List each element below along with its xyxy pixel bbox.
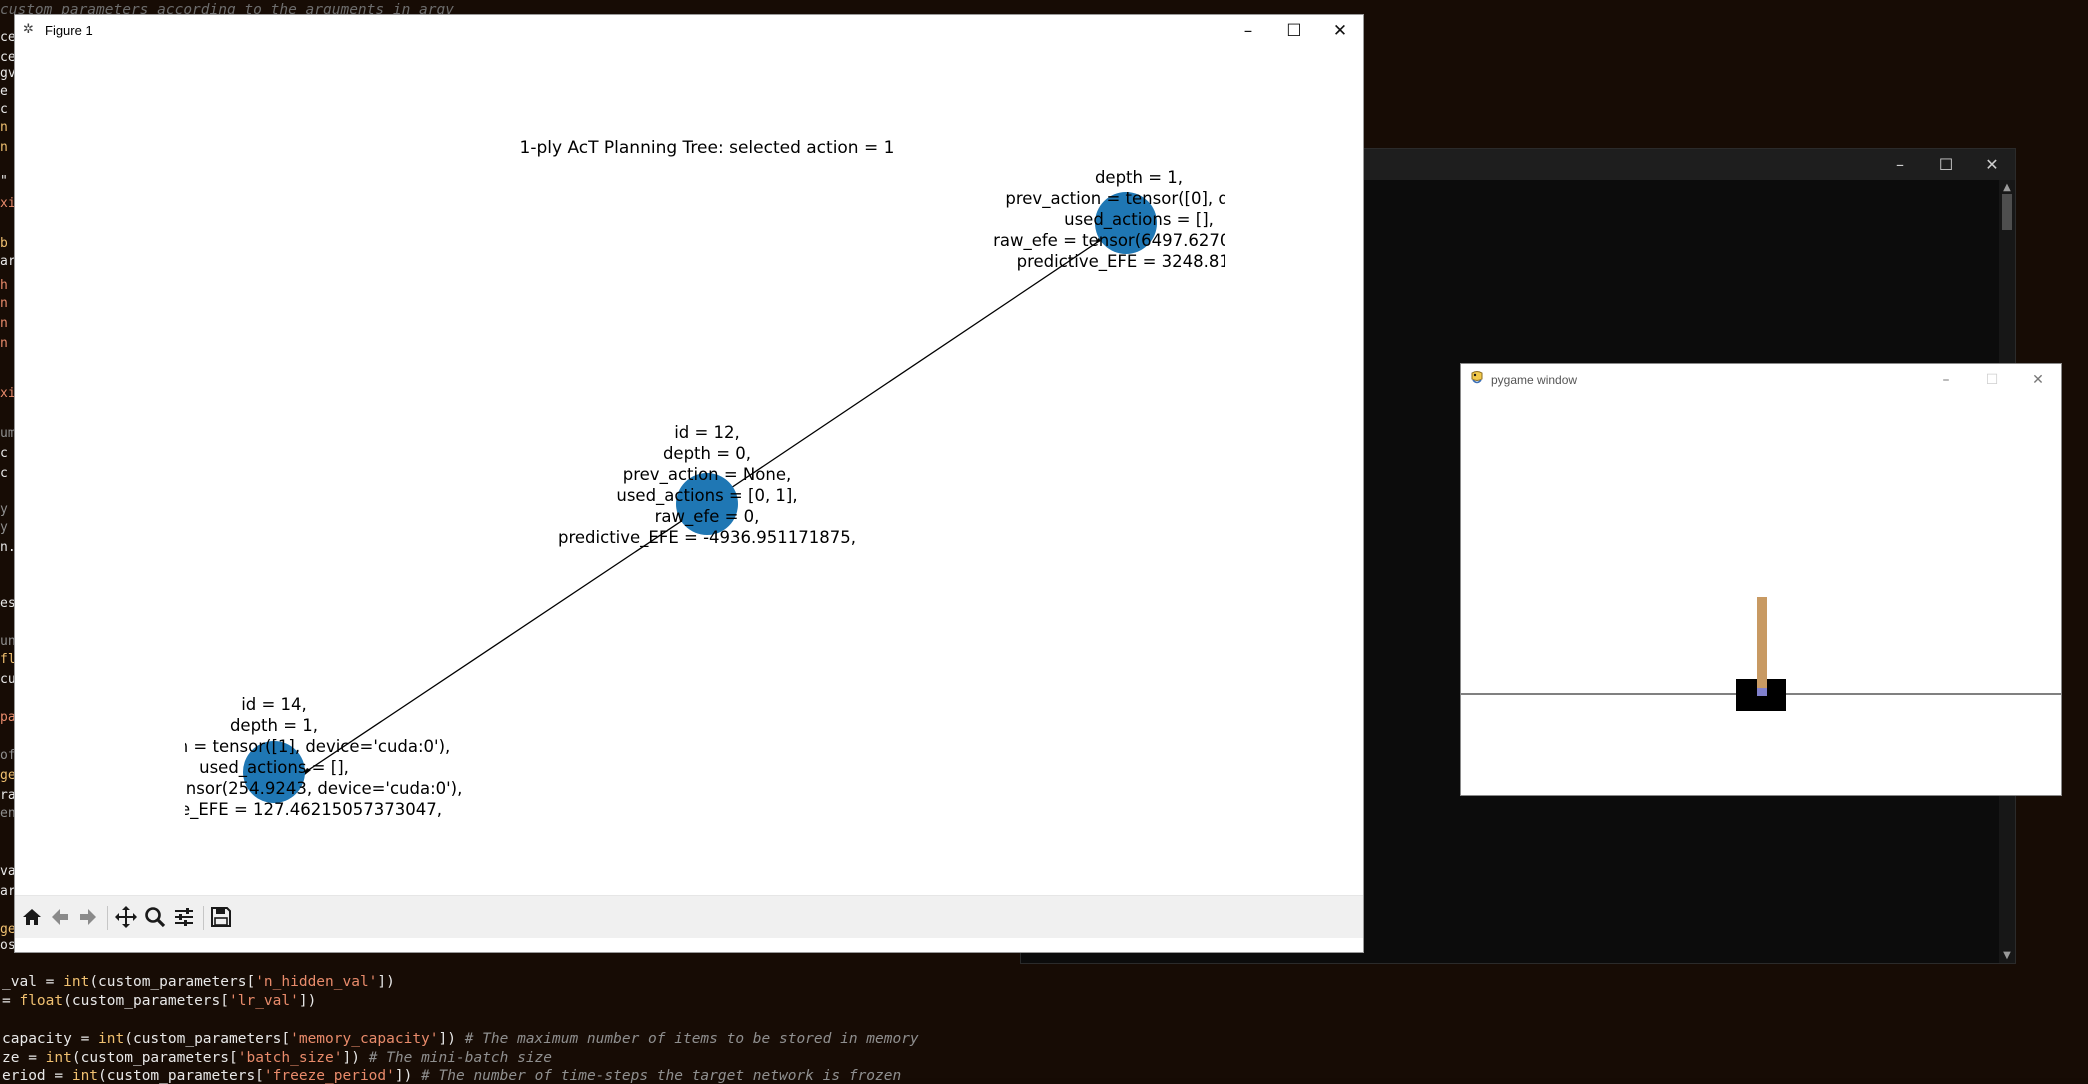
gutter-fragment: n (0, 296, 8, 311)
cartpole-canvas (1461, 597, 2061, 711)
gutter-fragment: y (0, 520, 8, 535)
gutter-fragment: um (0, 426, 14, 441)
gutter-fragment: n (0, 120, 8, 135)
tree-graph: depth = 1, prev_action = tensor([0], dev… (176, 168, 1285, 820)
gutter-fragment: va (0, 864, 14, 879)
gutter-fragment: ar (0, 254, 14, 269)
axle (1757, 688, 1767, 696)
window-title: Figure 1 (45, 23, 93, 38)
node-label-line: predictive_EFE = 3248.81347 (1017, 252, 1262, 272)
home-icon[interactable] (17, 902, 47, 932)
forward-arrow-icon[interactable] (73, 902, 103, 932)
pan-icon[interactable] (111, 902, 141, 932)
node-label-line: e_EFE = 127.46215057373047, (180, 800, 442, 820)
gutter-fragment: " (0, 174, 8, 189)
gutter-fragment: ge (0, 922, 14, 937)
gutter-fragment: fl (0, 652, 14, 667)
node-label-line: used_actions = [], (199, 758, 349, 778)
matplotlib-icon: ✲ (23, 22, 34, 37)
gutter-fragment: pa (0, 710, 14, 725)
node-label-line: predictive_EFE = -4936.951171875, (558, 528, 856, 548)
maximize-button[interactable]: ☐ (1923, 149, 1969, 180)
figure-window[interactable]: ✲ Figure 1 – ☐ ✕ 1-ply AcT Planning Tree… (14, 14, 1364, 953)
node-label-line: id = 14, (241, 695, 307, 714)
maximize-button[interactable]: ☐ (1969, 364, 2015, 395)
minimize-button[interactable]: – (1225, 15, 1271, 46)
pygame-snake-icon (1471, 371, 1483, 384)
navigation-toolbar (15, 895, 1363, 938)
window-title: pygame window (1491, 373, 1578, 387)
gutter-fragment: h (0, 278, 8, 293)
gutter-fragment: of (0, 748, 14, 763)
node-label-line: n = tensor([1], device='cuda:0'), (178, 737, 451, 756)
gutter-fragment: es (0, 596, 14, 611)
planning-tree-plot[interactable]: 1-ply AcT Planning Tree: selected action… (15, 45, 1363, 895)
gutter-fragment: n. (0, 540, 14, 555)
gutter-fragment: xi (0, 386, 14, 401)
figure-titlebar[interactable]: ✲ Figure 1 – ☐ ✕ (15, 15, 1363, 45)
gutter-fragment: cu (0, 672, 14, 687)
back-arrow-icon[interactable] (45, 902, 75, 932)
gutter-fragment: n (0, 316, 8, 331)
gutter-fragment: ce (0, 30, 14, 45)
code-line: = float(custom_parameters['lr_val']) (2, 993, 317, 1009)
gutter-fragment: c (0, 466, 8, 481)
subplots-icon[interactable] (169, 902, 199, 932)
gutter-fragment: c (0, 446, 8, 461)
close-button[interactable]: ✕ (1317, 15, 1363, 46)
scroll-down-arrow-icon[interactable]: ▼ (1999, 950, 2015, 961)
close-button[interactable]: ✕ (2015, 364, 2061, 395)
gutter-fragment: n (0, 336, 8, 351)
node-label-line: id = 12, (674, 423, 740, 442)
gutter-fragment: gv (0, 66, 14, 81)
save-icon[interactable] (206, 902, 236, 932)
node-label-line: ensor(254.9243, device='cuda:0'), (176, 779, 463, 798)
node-label-line: prev_action = None, (623, 465, 791, 485)
plot-title: 1-ply AcT Planning Tree: selected action… (520, 138, 895, 158)
gutter-fragment: b (0, 236, 8, 251)
pygame-titlebar[interactable]: pygame window – ☐ ✕ (1461, 364, 2061, 394)
node-label-line: raw_efe = tensor(6497.6270, devic (993, 231, 1285, 251)
node-label-line: depth = 1, (230, 716, 318, 735)
gutter-fragment: ge (0, 768, 14, 783)
gutter-fragment: en (0, 806, 14, 821)
gutter-fragment: y (0, 502, 8, 517)
minimize-button[interactable]: – (1877, 149, 1923, 180)
gutter-fragment: xi (0, 196, 14, 211)
gutter-fragment: os (0, 938, 14, 953)
gutter-fragment: ce (0, 50, 14, 65)
gutter-fragment: ra (0, 788, 14, 803)
node-label-line: depth = 1, (1095, 168, 1183, 187)
toolbar-separator (107, 906, 108, 930)
scroll-up-arrow-icon[interactable]: ▲ (1999, 182, 2015, 193)
code-line: capacity = int(custom_parameters['memory… (2, 1031, 919, 1047)
gutter-fragment: e (0, 84, 8, 99)
scrollbar-thumb[interactable] (2002, 194, 2012, 230)
pole (1757, 597, 1767, 694)
gutter-fragment: n (0, 140, 8, 155)
minimize-button[interactable]: – (1923, 364, 1969, 395)
node-label-line: used_actions = [0, 1], (616, 486, 797, 506)
code-line: _val = int(custom_parameters['n_hidden_v… (2, 974, 395, 990)
pygame-window[interactable]: pygame window – ☐ ✕ (1460, 363, 2062, 796)
gutter-fragment: c (0, 102, 8, 117)
close-button[interactable]: ✕ (1969, 149, 2015, 180)
code-line: ze = int(custom_parameters['batch_size']… (2, 1050, 553, 1066)
maximize-button[interactable]: ☐ (1271, 15, 1317, 46)
node-label-line: depth = 0, (663, 444, 751, 463)
node-label-line: used_actions = [], (1064, 210, 1214, 230)
gutter-fragment: un (0, 634, 14, 649)
code-line: eriod = int(custom_parameters['freeze_pe… (2, 1068, 902, 1084)
toolbar-separator (203, 906, 204, 930)
node-label-line: prev_action = tensor([0], device (1005, 189, 1272, 209)
zoom-icon[interactable] (140, 902, 170, 932)
gutter-fragment: ar (0, 884, 14, 899)
node-label-line: raw_efe = 0, (655, 507, 760, 527)
